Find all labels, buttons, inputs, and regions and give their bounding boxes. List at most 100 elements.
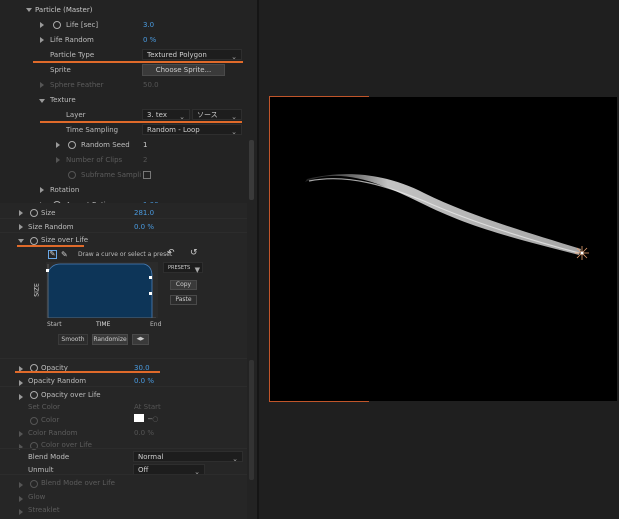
texture-section-title: Texture <box>50 96 76 104</box>
expand-arrow-icon[interactable] <box>19 509 23 515</box>
number-of-clips-label: Number of Clips <box>66 156 123 164</box>
undo-icon[interactable]: ↶ <box>167 248 175 258</box>
outer-scrollbar-thumb[interactable] <box>249 360 254 480</box>
time-sampling-value: Random - Loop <box>147 126 200 134</box>
chevron-down-icon: ⌄ <box>232 455 238 463</box>
life-value[interactable]: 3.0 <box>143 18 154 32</box>
effect-controls-panel: Particle (Master) Life [sec] 3.0 Life Ra… <box>0 0 259 519</box>
presets-dropdown[interactable]: PRESETS ▼ <box>163 262 203 274</box>
expand-arrow-icon[interactable] <box>19 496 23 502</box>
expand-arrow-icon[interactable] <box>18 239 24 243</box>
stopwatch-icon[interactable] <box>68 141 76 149</box>
eyedropper-icon[interactable]: ━○ <box>148 412 158 426</box>
curve-axis-end-label: End <box>150 321 162 328</box>
blend-mode-label: Blend Mode <box>28 453 70 461</box>
row-divider <box>0 474 247 475</box>
stopwatch-icon <box>30 417 38 425</box>
expand-arrow-icon[interactable] <box>40 22 44 28</box>
chevron-down-icon: ⌄ <box>194 468 200 476</box>
blend-mode-dropdown[interactable]: Normal ⌄ <box>133 451 243 463</box>
curve-axis-start-label: Start <box>47 321 62 328</box>
composition-bounds-guide <box>269 96 369 97</box>
blend-mode-value: Normal <box>138 453 164 461</box>
layer-label: Layer <box>66 111 86 119</box>
expand-arrow-icon[interactable] <box>40 187 44 193</box>
reset-icon[interactable]: ↺ <box>190 248 198 258</box>
expand-arrow-icon[interactable] <box>56 142 60 148</box>
paste-button[interactable]: Paste <box>170 295 197 305</box>
curve-hint-text: Draw a curve or select a preset <box>78 251 173 258</box>
stopwatch-icon <box>30 480 38 488</box>
color-random-value: 0.0 % <box>134 429 155 437</box>
row-divider <box>0 358 247 359</box>
subframe-sampling-label: Subframe Sampli <box>81 171 142 179</box>
layer-value: 3. tex <box>147 111 167 119</box>
stopwatch-icon[interactable] <box>30 209 38 217</box>
expand-arrow-icon[interactable] <box>26 8 32 12</box>
expand-arrow-icon[interactable] <box>19 224 23 230</box>
life-random-label: Life Random <box>50 36 94 44</box>
set-color-label: Set Color <box>28 403 60 411</box>
sprite-label: Sprite <box>50 66 71 74</box>
stopwatch-icon <box>68 171 76 179</box>
flip-button[interactable]: ◀▶ <box>132 334 149 345</box>
smooth-button[interactable]: Smooth <box>58 334 88 345</box>
expand-arrow-icon[interactable] <box>19 431 23 437</box>
random-seed-label: Random Seed <box>81 141 130 149</box>
section-title-particle-master: Particle (Master) <box>35 6 93 14</box>
time-sampling-label: Time Sampling <box>66 126 119 134</box>
composition-canvas[interactable] <box>269 97 617 401</box>
particle-type-value: Textured Polygon <box>147 51 207 59</box>
row-divider <box>0 386 247 387</box>
sphere-feather-label: Sphere Feather <box>50 81 104 89</box>
curve-axis-time-label: TIME <box>96 321 111 328</box>
expand-arrow-icon[interactable] <box>40 82 44 88</box>
layer-source-dropdown[interactable]: ソース ⌄ <box>192 109 242 121</box>
composition-bounds-guide <box>269 96 270 402</box>
chevron-down-icon: ▼ <box>194 266 200 274</box>
emitter-icon[interactable] <box>575 246 589 260</box>
stopwatch-icon[interactable] <box>30 391 38 399</box>
color-swatch[interactable] <box>134 414 144 422</box>
rotation-label: Rotation <box>50 186 80 194</box>
number-of-clips-value: 2 <box>143 156 148 164</box>
curve-point[interactable] <box>46 269 49 272</box>
expand-arrow-icon[interactable] <box>19 482 23 488</box>
blend-mode-over-life-label: Blend Mode over Life <box>41 479 115 487</box>
expand-arrow-icon[interactable] <box>19 210 23 216</box>
time-sampling-dropdown[interactable]: Random - Loop ⌄ <box>142 124 242 136</box>
composition-bounds-guide <box>269 401 369 402</box>
sphere-feather-value: 50.0 <box>143 81 159 89</box>
row-divider <box>0 218 247 219</box>
random-seed-value[interactable]: 1 <box>143 138 147 152</box>
particle-type-label: Particle Type <box>50 51 95 59</box>
particle-type-dropdown[interactable]: Textured Polygon ⌄ <box>142 49 242 61</box>
curve-graph[interactable] <box>46 262 158 319</box>
brush-tool-icon[interactable]: ✎ <box>61 250 70 259</box>
life-random-value[interactable]: 0 % <box>143 33 156 47</box>
curve-point[interactable] <box>149 292 152 295</box>
glow-label: Glow <box>28 493 46 501</box>
expand-arrow-icon[interactable] <box>19 444 23 450</box>
subframe-sampling-checkbox[interactable] <box>143 171 151 179</box>
life-label: Life [sec] <box>66 21 99 29</box>
stopwatch-icon[interactable] <box>30 237 38 245</box>
randomize-button[interactable]: Randomize <box>92 334 128 345</box>
composition-viewer[interactable] <box>259 0 619 519</box>
expand-arrow-icon[interactable] <box>40 37 44 43</box>
curve-point[interactable] <box>149 276 152 279</box>
row-divider <box>0 232 247 233</box>
expand-arrow-icon[interactable] <box>19 394 23 400</box>
stopwatch-icon[interactable] <box>53 21 61 29</box>
copy-button[interactable]: Copy <box>170 280 197 290</box>
expand-arrow-icon[interactable] <box>56 157 60 163</box>
inner-scrollbar-thumb[interactable] <box>249 140 254 200</box>
curve-svg <box>46 262 158 319</box>
expand-arrow-icon[interactable] <box>39 99 45 103</box>
highlight-underline <box>15 371 160 373</box>
row-divider <box>0 448 247 449</box>
choose-sprite-button[interactable]: Choose Sprite... <box>142 64 225 76</box>
unmult-value: Off <box>138 466 149 474</box>
layer-dropdown[interactable]: 3. tex ⌄ <box>142 109 190 121</box>
pencil-tool-icon[interactable]: ✎ <box>48 250 57 259</box>
